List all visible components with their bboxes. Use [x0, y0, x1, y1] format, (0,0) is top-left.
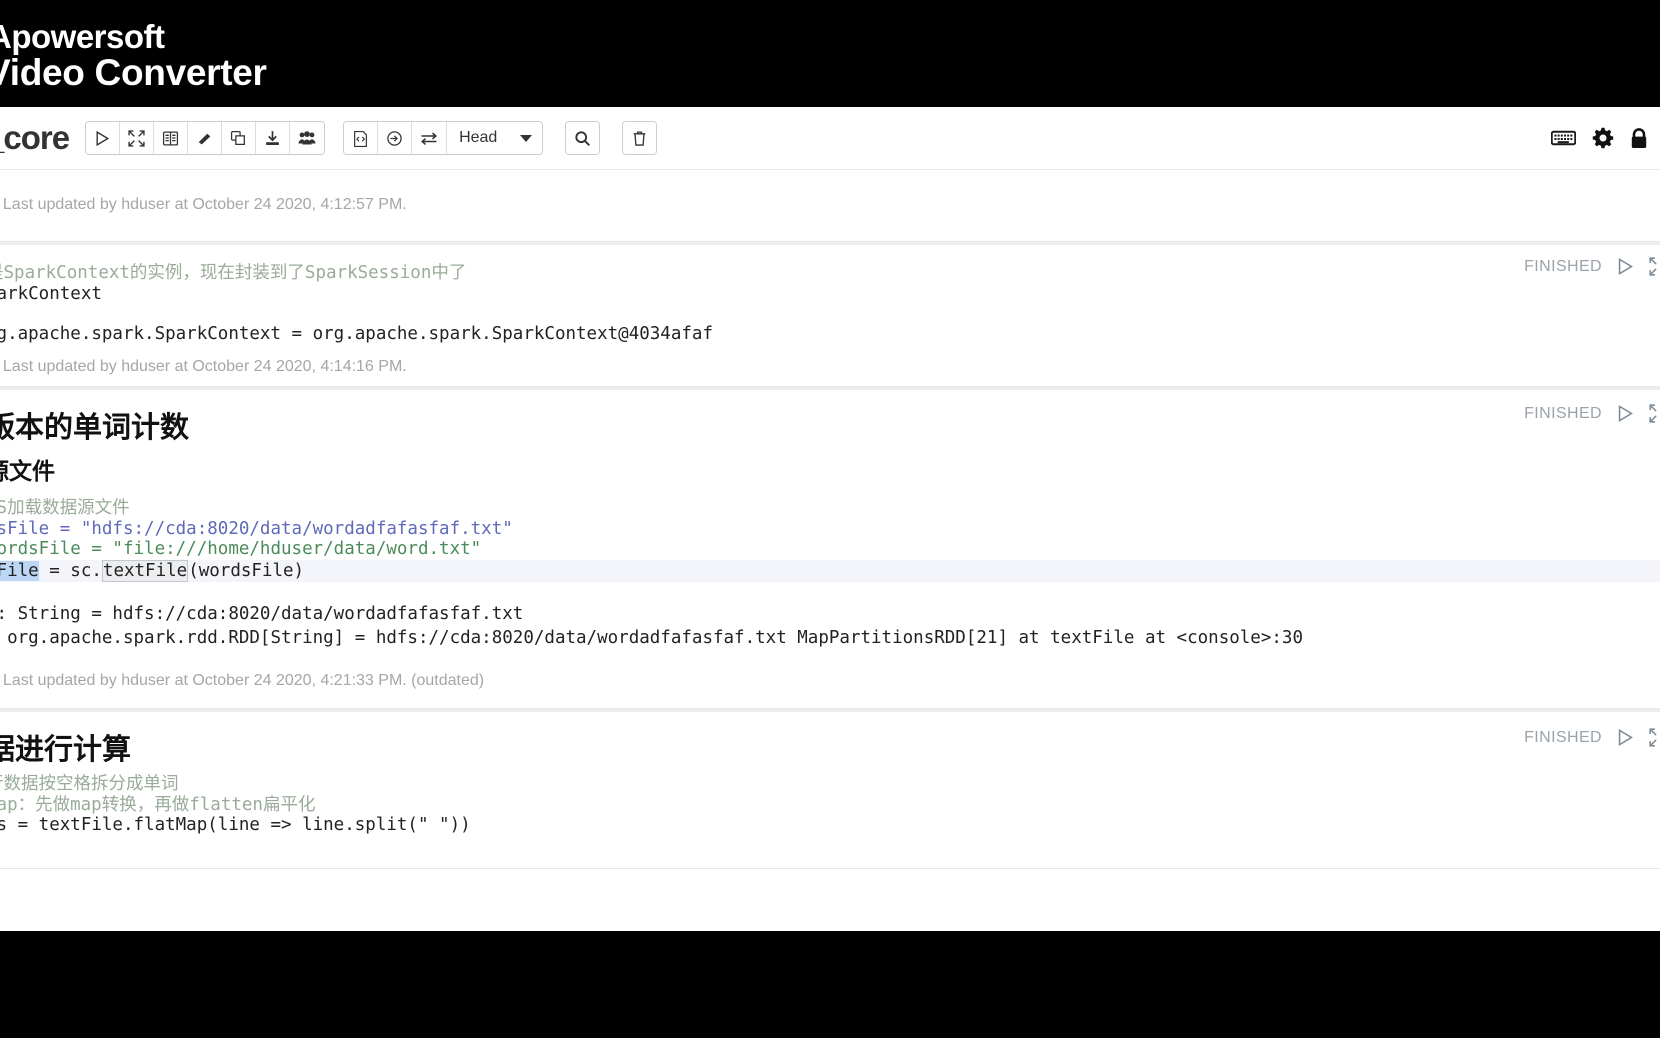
run-paragraph-2-icon[interactable]	[1616, 404, 1635, 423]
search-icon	[574, 130, 591, 147]
code-line[interactable]: ds = textFile.flatMap(line => line.split…	[0, 815, 1660, 836]
code-line[interactable]: parkContext	[0, 284, 1660, 305]
play-icon	[94, 130, 111, 147]
watermark-line-2: Video Converter	[0, 52, 267, 93]
view-mode-button-group: Head	[343, 121, 544, 155]
markdown-heading-2: 源文件	[0, 458, 55, 484]
clear-all-output-button[interactable]	[188, 122, 223, 154]
search-button-group	[565, 121, 601, 155]
code-editor-2[interactable]: FS加载数据源文件 dsFile = "hdfs://cda:8020/data…	[0, 492, 1660, 586]
status-badge-2: FINISHED	[1524, 404, 1602, 422]
hide-editor-2-icon[interactable]	[1649, 404, 1660, 423]
paragraph-status-bar-2: FINISHED	[1524, 404, 1660, 423]
people-icon	[298, 130, 316, 147]
keyboard-shortcuts-icon[interactable]	[1551, 129, 1576, 147]
move-to-trash-button[interactable]	[623, 122, 657, 154]
hide-editor-3-icon[interactable]	[1649, 728, 1660, 747]
two-arrows-icon	[420, 130, 438, 147]
permissions-lock-icon[interactable]	[1630, 127, 1648, 149]
show-hide-all-output-button[interactable]	[154, 122, 189, 154]
paragraph-footer-1: c. Last updated by hduser at October 24 …	[0, 358, 407, 375]
code-line[interactable]: Map：先做map转换，再做flatten扁平化	[0, 795, 1660, 816]
collapse-arrows-icon	[128, 129, 145, 147]
paragraph-2[interactable]: FINISHED 版本的单词计数 源文件 FS加载数据源文件 dsFile = …	[0, 387, 1660, 709]
code-editor-1[interactable]: 是SparkContext的实例，现在封装到了SparkSession中了 pa…	[0, 245, 1660, 308]
simple-view-button[interactable]	[378, 122, 413, 154]
run-paragraph-1-icon[interactable]	[1616, 257, 1635, 276]
selected-token: tFile	[0, 560, 39, 581]
default-view-button[interactable]	[344, 122, 379, 154]
bottom-black-band	[0, 931, 1660, 1038]
code-editor-3[interactable]: 行数据按空格拆分成单词 Map：先做map转换，再做flatten扁平化 ds …	[0, 772, 1660, 840]
code-line[interactable]: 是SparkContext的实例，现在封装到了SparkSession中了	[0, 263, 1660, 284]
interpreter-binding-label[interactable]: Head	[447, 122, 509, 154]
watermark-line-1: Apowersoft	[0, 18, 165, 55]
output-line: e: String = hdfs://cda:8020/data/wordadf…	[0, 604, 524, 624]
notebook-action-button-group	[85, 121, 326, 155]
code-line[interactable]: wordsFile = "file:///home/hduser/data/wo…	[0, 539, 1660, 560]
highlighted-token: textFile	[101, 559, 189, 582]
code-line[interactable]: dsFile = "hdfs://cda:8020/data/wordadfaf…	[0, 519, 1660, 540]
run-paragraph-3-icon[interactable]	[1616, 728, 1635, 747]
code-line-rest: = sc.	[38, 560, 102, 581]
paragraph-footer-2: c. Last updated by hduser at October 24 …	[0, 672, 485, 689]
watermark-band: Apowersoft Video Converter	[0, 0, 1660, 107]
markdown-heading-1: 版本的单词计数	[0, 412, 190, 444]
status-badge-3: FINISHED	[1524, 728, 1602, 746]
output-line: rg.apache.spark.SparkContext = org.apach…	[0, 324, 713, 344]
paragraph-output-1: rg.apache.spark.SparkContext = org.apach…	[0, 308, 1660, 350]
paragraph-output-2: e: String = hdfs://cda:8020/data/wordadf…	[0, 586, 1660, 654]
run-all-paragraphs-button[interactable]	[86, 122, 121, 154]
paragraph-footer-0: c. Last updated by hduser at October 24 …	[0, 196, 407, 213]
code-line-tail: (wordsFile)	[188, 560, 305, 581]
trash-icon	[631, 130, 648, 147]
book-icon	[162, 130, 179, 147]
trash-button-group	[622, 121, 658, 155]
code-line[interactable]: 行数据按空格拆分成单词	[0, 774, 1660, 795]
code-line[interactable]: FS加载数据源文件	[0, 498, 1660, 519]
search-notebook-button[interactable]	[566, 122, 600, 154]
output-line: : org.apache.spark.rdd.RDD[String] = hdf…	[0, 628, 1303, 648]
interpreter-binding-dropdown[interactable]	[509, 122, 543, 154]
circle-arrow-icon	[386, 130, 403, 147]
notebook-body: c. Last updated by hduser at October 24 …	[0, 170, 1660, 931]
zeppelin-notebook-app: _core	[0, 107, 1660, 931]
eraser-icon	[196, 130, 213, 147]
paragraph-status-bar-3: FINISHED	[1524, 728, 1660, 747]
export-notebook-button[interactable]	[256, 122, 291, 154]
code-page-icon	[352, 130, 369, 147]
hide-show-all-code-button[interactable]	[120, 122, 155, 154]
notebook-title[interactable]: _core	[0, 119, 70, 157]
notebook-toolbar: _core	[0, 107, 1660, 170]
paragraph-1[interactable]: FINISHED 是SparkContext的实例，现在封装到了SparkSes…	[0, 242, 1660, 387]
status-badge-1: FINISHED	[1524, 257, 1602, 275]
paragraph-0[interactable]: c. Last updated by hduser at October 24 …	[0, 170, 1660, 242]
hide-editor-1-icon[interactable]	[1649, 257, 1660, 276]
clone-notebook-button[interactable]	[222, 122, 257, 154]
download-icon	[264, 130, 281, 147]
chevron-down-icon	[519, 134, 532, 142]
copy-icon	[230, 130, 247, 147]
collaborative-mode-button[interactable]	[290, 122, 325, 154]
toolbar-right-icons	[1551, 127, 1660, 149]
code-line-active[interactable]: tFile = sc.textFile(wordsFile)	[0, 559, 1660, 582]
paragraph-status-bar-1: FINISHED	[1524, 257, 1660, 276]
markdown-heading-3: 据进行计算	[0, 734, 132, 766]
paragraph-3[interactable]: FINISHED 据进行计算 行数据按空格拆分成单词 Map：先做map转换，再…	[0, 709, 1660, 869]
notebook-settings-gear-icon[interactable]	[1592, 127, 1614, 149]
report-view-button[interactable]	[412, 122, 448, 154]
